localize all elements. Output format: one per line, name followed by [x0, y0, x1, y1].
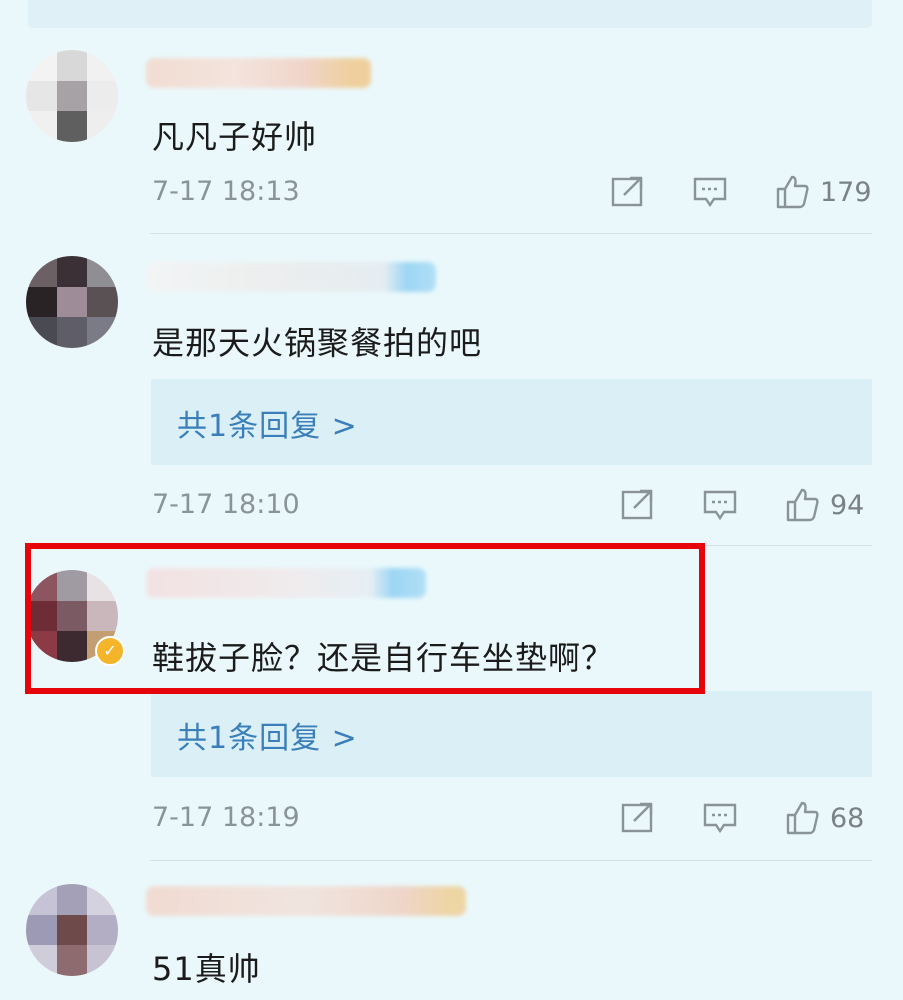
comment-time: 7-17 18:10 — [152, 489, 300, 520]
comment-actions: 179 — [610, 174, 872, 210]
comment-time: 7-17 18:19 — [152, 802, 300, 833]
comment-icon[interactable] — [692, 174, 728, 210]
comment-text: 51真帅 — [152, 950, 261, 988]
username[interactable] — [146, 886, 466, 916]
highlight-box — [25, 543, 705, 694]
username[interactable] — [146, 58, 371, 88]
share-icon[interactable] — [620, 800, 656, 836]
reply-box[interactable]: 共1条回复 > — [151, 379, 872, 465]
comment-actions: 94 — [620, 487, 864, 523]
username[interactable] — [146, 262, 436, 292]
comment-icon[interactable] — [702, 800, 738, 836]
comment-time: 7-17 18:13 — [152, 176, 300, 207]
comment-text: 凡凡子好帅 — [152, 118, 318, 156]
like-count: 94 — [830, 489, 865, 521]
avatar[interactable] — [26, 884, 118, 976]
avatar[interactable] — [26, 256, 118, 348]
share-icon[interactable] — [610, 174, 646, 210]
like-count: 179 — [820, 176, 872, 208]
thumbs-up-icon[interactable] — [784, 487, 820, 523]
reply-box[interactable]: 共1条回复 > — [151, 691, 872, 777]
comment-actions: 68 — [620, 800, 864, 836]
divider — [150, 860, 872, 861]
comment-text: 是那天火锅聚餐拍的吧 — [152, 324, 483, 362]
view-replies-link[interactable]: 共1条回复 > — [177, 401, 358, 445]
view-replies-link[interactable]: 共1条回复 > — [177, 713, 358, 757]
divider — [150, 233, 872, 234]
comment-icon[interactable] — [702, 487, 738, 523]
previous-reply-box[interactable] — [28, 0, 872, 28]
thumbs-up-icon[interactable] — [774, 174, 810, 210]
thumbs-up-icon[interactable] — [784, 800, 820, 836]
avatar[interactable] — [26, 50, 118, 142]
like-count: 68 — [830, 802, 865, 834]
share-icon[interactable] — [620, 487, 656, 523]
